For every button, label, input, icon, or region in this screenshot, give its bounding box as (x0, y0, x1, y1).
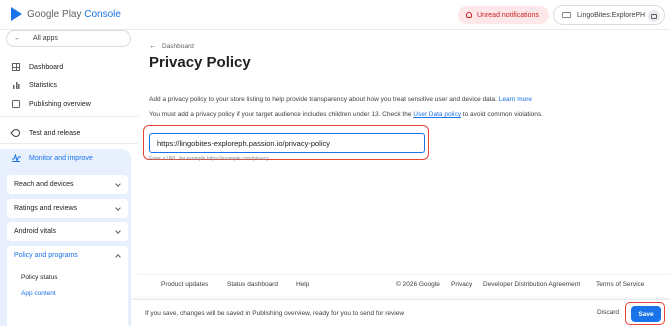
bell-icon (466, 12, 472, 18)
sidebar-card-ratings-and-reviews[interactable]: Ratings and reviews (7, 199, 128, 218)
sidebar-item-monitor-and-improve[interactable]: Monitor and improve (12, 154, 93, 162)
back-label: Dashboard (162, 42, 194, 50)
all-apps-label: All apps (33, 35, 58, 42)
sidebar-item-label: Test and release (29, 129, 81, 137)
sidebar-item-label: Monitor and improve (29, 154, 93, 162)
page-title: Privacy Policy (149, 54, 251, 71)
back-to-dashboard-link[interactable]: ← Dashboard (149, 42, 194, 50)
chevron-down-icon (115, 228, 121, 234)
sidebar-card-reach-and-devices[interactable]: Reach and devices (7, 175, 128, 194)
learn-more-link[interactable]: Learn more (499, 96, 532, 103)
sidebar-item-label: Publishing overview (29, 100, 91, 108)
sidebar-item-test-and-release[interactable]: Test and release (0, 125, 138, 141)
card-label: Android vitals (14, 228, 57, 235)
publishing-icon (12, 100, 20, 108)
discard-button[interactable]: Discard (597, 309, 619, 316)
logo-text: Google Play Console (27, 8, 121, 20)
arrow-back-icon: ← (149, 41, 157, 50)
footer-link-distribution-agreement[interactable]: Developer Distribution Agreement (483, 281, 580, 288)
save-bar-message: If you save, changes will be saved in Pu… (145, 310, 405, 317)
top-bar: Google Play Console Unread notifications… (0, 0, 670, 30)
sidebar-item-label: Dashboard (29, 63, 64, 71)
footer: Product updates Status dashboard Help © … (138, 274, 670, 294)
pulse-icon (12, 154, 21, 162)
main-content: ← Dashboard Privacy Policy Add a privacy… (138, 30, 670, 326)
footer-link-privacy[interactable]: Privacy (451, 281, 472, 288)
sidebar-item-dashboard[interactable]: Dashboard (0, 59, 138, 75)
account-icon (562, 12, 571, 18)
sidebar-divider (0, 143, 138, 144)
sidebar-card-android-vitals[interactable]: Android vitals (7, 222, 128, 241)
developer-avatar[interactable] (648, 10, 660, 22)
play-logo-icon (11, 7, 22, 21)
sidebar-item-label: Statistics (29, 81, 58, 89)
user-data-policy-link[interactable]: User Data policy (413, 111, 461, 118)
notifications-label: Unread notifications (477, 11, 539, 19)
rocket-icon (10, 127, 22, 139)
developer-account-chip[interactable]: LingoBites:ExplorePH (553, 5, 665, 25)
description-text: Add a privacy policy to your store listi… (149, 96, 497, 103)
description-text: to avoid common violations. (462, 111, 543, 118)
footer-link-help[interactable]: Help (296, 281, 309, 288)
footer-link-terms[interactable]: Terms of Service (596, 281, 644, 288)
play-console-logo[interactable]: Google Play Console (11, 7, 121, 21)
description-text: You must add a privacy policy if your ta… (149, 111, 412, 118)
card-label: Ratings and reviews (14, 205, 78, 212)
unread-notifications-button[interactable]: Unread notifications (458, 6, 549, 24)
save-button[interactable]: Save (631, 306, 661, 322)
sidebar-subitem-app-content[interactable]: App content (21, 290, 56, 297)
arrow-back-icon: ← (14, 35, 21, 42)
save-bar: If you save, changes will be saved in Pu… (131, 299, 670, 326)
url-hint: Enter a URL, for example https://example… (149, 156, 269, 162)
chevron-down-icon (115, 181, 121, 187)
footer-link-status-dashboard[interactable]: Status dashboard (227, 281, 278, 288)
footer-copyright: © 2026 Google (396, 281, 440, 288)
footer-link-product-updates[interactable]: Product updates (161, 281, 208, 288)
children-policy-description: You must add a privacy policy if your ta… (149, 111, 543, 118)
statistics-icon (12, 81, 20, 89)
briefcase-icon (651, 13, 657, 19)
developer-name: LingoBites:ExplorePH (577, 11, 646, 19)
sidebar-item-statistics[interactable]: Statistics (0, 77, 138, 93)
sidebar-subitem-policy-status[interactable]: Policy status (21, 274, 58, 281)
card-label: Reach and devices (14, 181, 74, 188)
sidebar-divider (0, 116, 138, 117)
sidebar: ← All apps Dashboard Statistics Publishi… (0, 30, 138, 326)
policy-and-programs-label[interactable]: Policy and programs (14, 252, 78, 259)
privacy-description: Add a privacy policy to your store listi… (149, 96, 532, 103)
privacy-policy-url-input[interactable] (149, 133, 425, 153)
dashboard-icon (12, 63, 20, 71)
sidebar-item-publishing-overview[interactable]: Publishing overview (0, 96, 138, 112)
sidebar-card-policy-and-programs: Policy and programs Policy status App co… (7, 246, 128, 326)
chevron-up-icon[interactable] (115, 254, 121, 260)
chevron-down-icon (115, 205, 121, 211)
all-apps-button[interactable]: ← All apps (6, 30, 131, 47)
